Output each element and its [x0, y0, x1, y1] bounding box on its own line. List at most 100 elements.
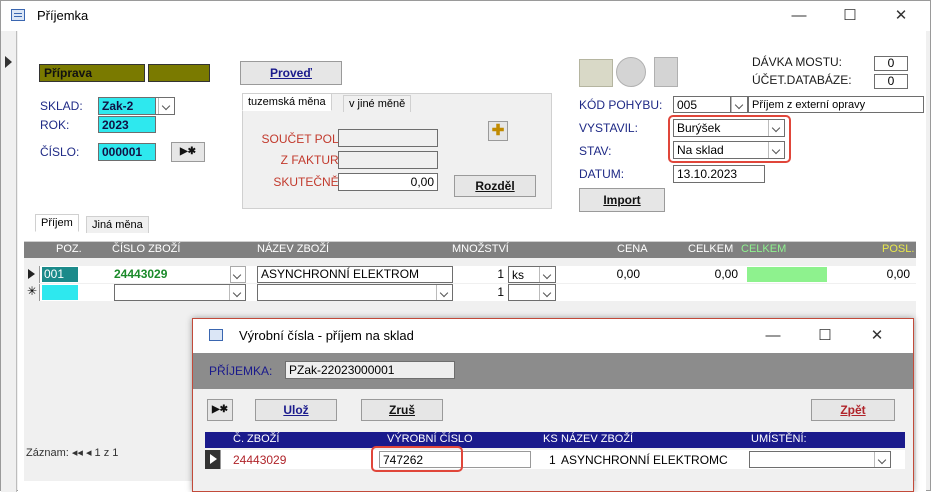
status-button[interactable]	[148, 64, 210, 82]
col-poz: POZ.	[56, 243, 82, 255]
current-record-icon	[5, 56, 12, 68]
table-row[interactable]: 001 24443029 ASYNCHRONNÍ ELEKTROM 1 ks 0…	[24, 266, 916, 283]
add-icon[interactable]: ✚	[488, 121, 508, 141]
sub-minimize-button[interactable]: —	[753, 325, 793, 347]
form-icon	[209, 329, 223, 341]
chevron-down-icon	[874, 452, 890, 467]
cell-celkem-2	[747, 267, 827, 282]
main-window: Příjemka — ☐ ✕ Příprava SKLAD: Zak-2 ROK…	[0, 0, 931, 492]
tab-jine-mene[interactable]: v jiné měně	[343, 95, 412, 112]
sklad-field[interactable]: Zak-2	[98, 97, 156, 115]
cell-celkem: 0,00	[714, 267, 738, 281]
zrus-button[interactable]: Zruš	[361, 399, 443, 421]
sub-title: Výrobní čísla - příjem na sklad	[239, 328, 414, 343]
maximize-button[interactable]: ☐	[830, 5, 870, 27]
new-record-button[interactable]: ▶✱	[171, 142, 205, 162]
zpet-button[interactable]: Zpět	[811, 399, 895, 421]
sub-close-button[interactable]: ✕	[857, 325, 897, 347]
kod-label: KÓD POHYBU:	[579, 98, 663, 112]
highlight-vystavil-stav	[668, 115, 791, 163]
davka-field: 0	[874, 56, 908, 71]
sub-col-zbozi: Č. ZBOŽÍ	[233, 433, 280, 445]
cell-cislo[interactable]: 24443029	[114, 267, 230, 282]
title-bar: Příjemka — ☐ ✕	[1, 1, 930, 31]
prijemka-label: PŘÍJEMKA:	[209, 364, 273, 378]
ucet-field: 0	[874, 74, 908, 89]
ucet-label: ÚČET.DATABÁZE:	[752, 73, 852, 87]
davka-label: DÁVKA MOSTU:	[752, 55, 843, 69]
kod-field[interactable]: 005	[673, 96, 731, 113]
sub-new-button[interactable]: ▶✱	[207, 399, 233, 421]
globe-icon[interactable]	[616, 57, 646, 87]
zfaktur-field	[338, 151, 438, 169]
cell-poz-new[interactable]	[42, 285, 78, 300]
cislo-field[interactable]: 000001	[98, 143, 156, 161]
sub-table-row[interactable]: 24443029 747262 1 ASYNCHRONNÍ ELEKTROMC	[205, 450, 905, 469]
new-row-selector[interactable]: ✳	[24, 284, 40, 301]
kod-description: Příjem z externí opravy	[748, 96, 924, 113]
cislo-label: ČÍSLO:	[40, 145, 80, 159]
cell-mnozstvi-new[interactable]: 1	[444, 285, 504, 300]
rozdel-button[interactable]: Rozděl	[454, 175, 536, 197]
col-posl: POSL.	[882, 243, 915, 255]
tab-jina-mena[interactable]: Jiná měna	[86, 216, 149, 233]
cell-poz[interactable]: 001	[42, 267, 78, 282]
col-celkem-2: CELKEM	[741, 243, 787, 255]
chevron-down-icon	[539, 267, 555, 282]
record-selector[interactable]	[1, 31, 17, 492]
cell-cislo-new[interactable]	[114, 284, 246, 301]
highlight-serial-number	[371, 446, 463, 472]
sklad-dropdown[interactable]	[155, 97, 175, 115]
serial-numbers-window: Výrobní čísla - příjem na sklad — ☐ ✕ PŘ…	[192, 318, 914, 492]
umisteni-dropdown[interactable]	[749, 451, 891, 468]
chevron-down-icon	[231, 267, 245, 282]
window-title: Příjemka	[37, 8, 89, 23]
close-button[interactable]: ✕	[881, 5, 921, 27]
vystavil-label: VYSTAVIL:	[579, 121, 638, 135]
col-nazev-zbozi: NÁZEV ZBOŽÍ	[257, 243, 330, 255]
tab-prijem[interactable]: Příjem	[35, 214, 79, 232]
stav-label: STAV:	[579, 144, 612, 158]
tab-tuzemska[interactable]: tuzemská měna	[242, 93, 332, 111]
sub-cell-nazev: ASYNCHRONNÍ ELEKTROMC	[561, 453, 728, 467]
sub-cell-ks: 1	[549, 453, 556, 467]
form-icon	[11, 9, 25, 21]
cell-cena[interactable]: 0,00	[584, 267, 640, 282]
kod-dropdown[interactable]	[730, 96, 748, 113]
cell-unit-new[interactable]	[508, 284, 556, 301]
col-cislo-zbozi: ČÍSLO ZBOŽÍ	[112, 243, 181, 255]
col-celkem: CELKEM	[688, 243, 734, 255]
record-navigator[interactable]: Záznam: ◂◂ ◂ 1 z 1	[26, 446, 118, 459]
skutecne-field[interactable]: 0,00	[338, 173, 438, 191]
grid-header: POZ. ČÍSLO ZBOŽÍ NÁZEV ZBOŽÍ MNOŽSTVÍ CE…	[24, 242, 916, 258]
row-selector[interactable]	[24, 266, 40, 283]
import-button[interactable]: Import	[579, 188, 665, 212]
alert-icon[interactable]	[654, 57, 678, 87]
cell-unit[interactable]: ks	[508, 266, 556, 283]
sub-col-umisteni: UMÍSTĚNÍ:	[751, 433, 807, 445]
cislo-dropdown[interactable]	[230, 266, 246, 283]
col-mnozstvi: MNOŽSTVÍ	[452, 243, 509, 255]
sub-cell-zbozi[interactable]: 24443029	[233, 453, 286, 467]
chevron-down-icon	[229, 285, 245, 300]
toolbar-calendar-icon[interactable]	[579, 59, 613, 87]
uloz-button[interactable]: Ulož	[255, 399, 337, 421]
soucet-label: SOUČET POL:	[261, 132, 342, 146]
sub-col-ks: KS	[543, 433, 558, 445]
table-row-new[interactable]: ✳ 1	[24, 284, 916, 301]
soucet-field	[338, 129, 438, 147]
minimize-button[interactable]: —	[779, 5, 819, 27]
zfaktur-label: Z FAKTUR:	[280, 153, 342, 167]
rok-field[interactable]: 2023	[98, 116, 156, 133]
cell-mnozstvi[interactable]: 1	[444, 267, 504, 282]
cell-nazev-new[interactable]	[257, 284, 453, 301]
sub-title-bar: Výrobní čísla - příjem na sklad — ☐ ✕	[193, 319, 913, 353]
proved-button[interactable]: Proveď	[240, 61, 342, 85]
cell-nazev[interactable]: ASYNCHRONNÍ ELEKTROM	[257, 266, 453, 283]
priprava-button[interactable]: Příprava	[39, 64, 145, 82]
datum-field[interactable]: 13.10.2023	[673, 165, 765, 183]
datum-label: DATUM:	[579, 167, 625, 181]
sub-col-vyrobni: VÝROBNÍ ČÍSLO	[387, 433, 473, 445]
sub-row-selector[interactable]	[205, 450, 221, 469]
sub-maximize-button[interactable]: ☐	[805, 325, 845, 347]
